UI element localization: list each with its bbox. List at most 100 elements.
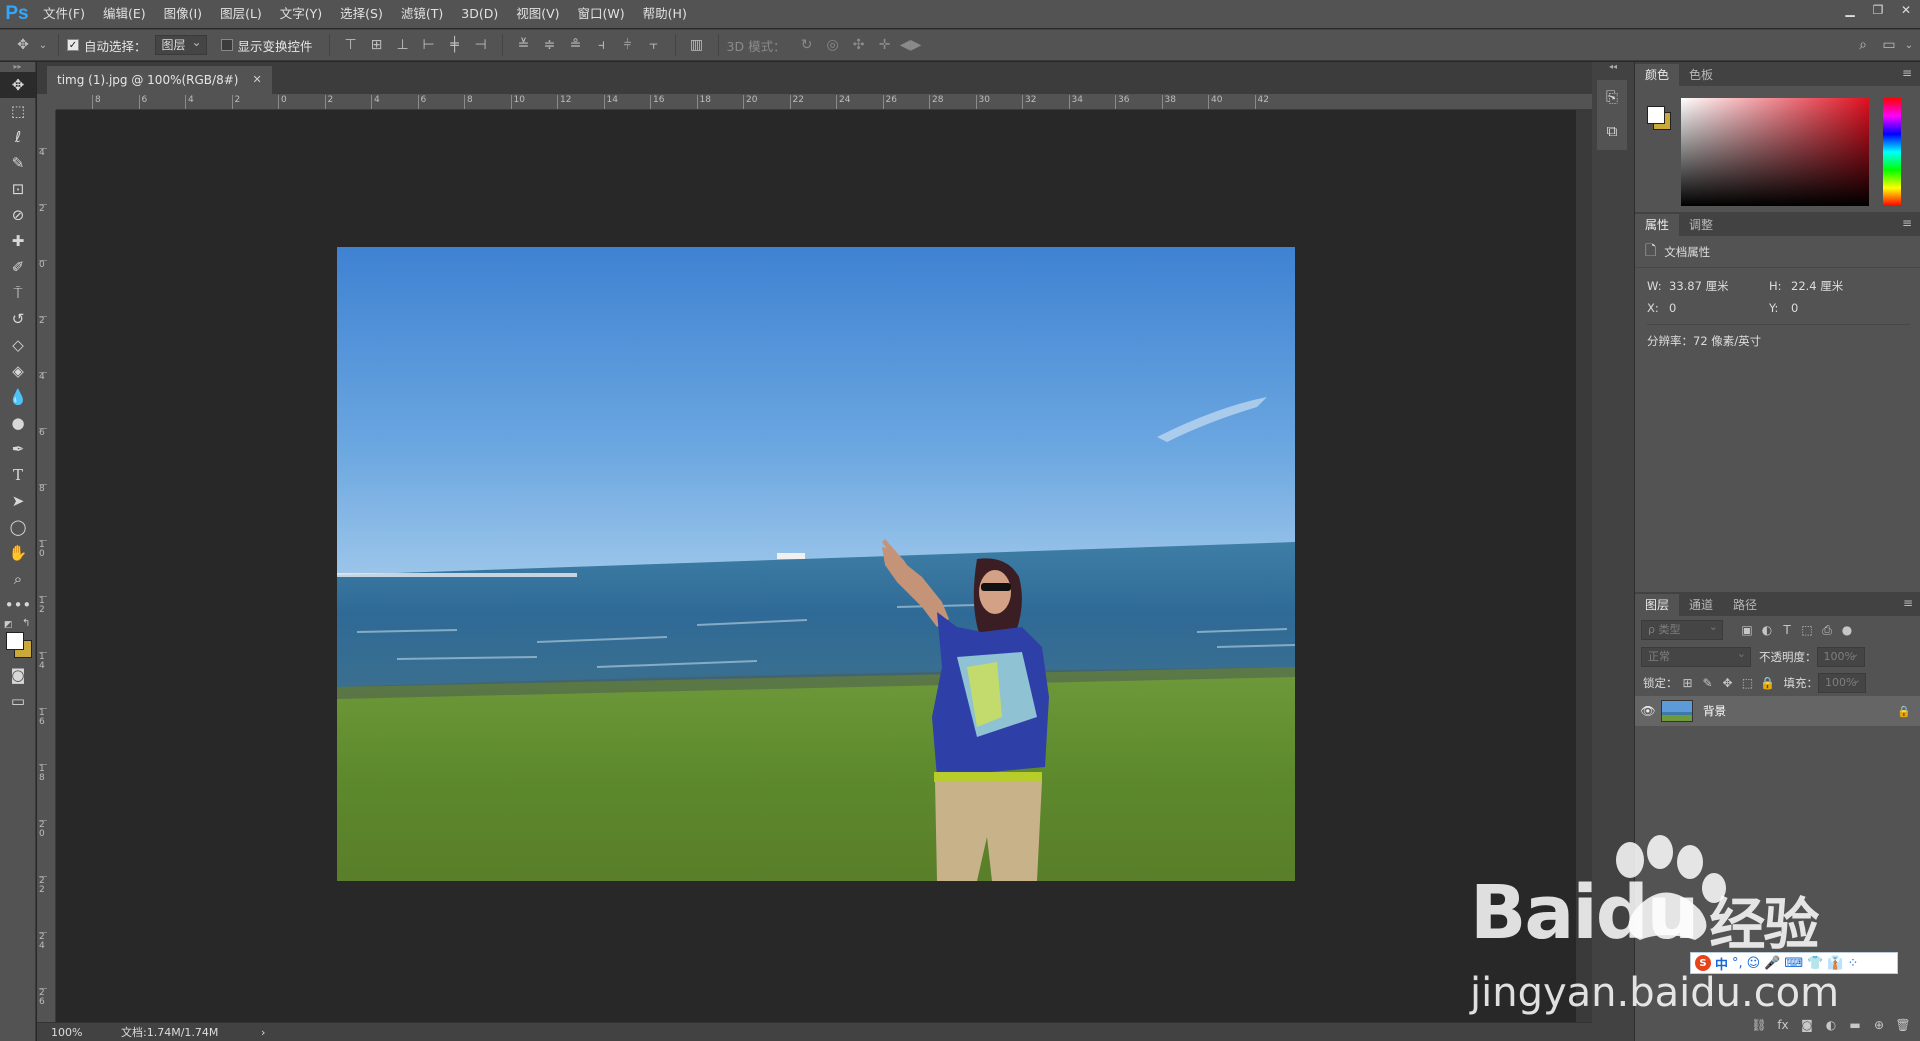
3d-scale-icon[interactable]: ◀▶ — [898, 32, 924, 58]
ruler-corner[interactable] — [37, 94, 56, 110]
menu-item[interactable]: 编辑(E) — [94, 0, 155, 28]
align-bottom-icon[interactable]: ⊥ — [390, 32, 416, 58]
lock-artboard-icon[interactable]: ⬚ — [1738, 676, 1758, 690]
tab-adjustments[interactable]: 调整 — [1679, 214, 1723, 236]
eraser-tool-icon[interactable]: ◇ — [0, 332, 36, 358]
menu-item[interactable]: 窗口(W) — [569, 0, 634, 28]
y-value[interactable]: 0 — [1791, 301, 1798, 315]
filter-type-icon[interactable]: T — [1777, 623, 1797, 637]
layer-row[interactable]: 👁 背景 🔒 — [1635, 696, 1920, 726]
document-tab[interactable]: timg (1).jpg @ 100%(RGB/8#) ✕ — [47, 66, 272, 94]
distribute-bottom-icon[interactable]: ≗ — [563, 32, 589, 58]
healing-brush-tool-icon[interactable]: ✚ — [0, 228, 36, 254]
search-icon[interactable]: ⌕ — [1850, 32, 1876, 58]
distribute-vcenter-icon[interactable]: ≑ — [537, 32, 563, 58]
filter-adjustment-icon[interactable]: ◐ — [1757, 623, 1777, 637]
3d-pan-icon[interactable]: ✣ — [846, 32, 872, 58]
blend-mode-dropdown[interactable]: 正常 — [1641, 645, 1751, 667]
align-right-icon[interactable]: ⊣ — [468, 32, 494, 58]
menu-item[interactable]: 选择(S) — [331, 0, 392, 28]
ime-keyboard-icon[interactable]: ⌨ — [1784, 956, 1803, 971]
align-top-icon[interactable]: ⊤ — [338, 32, 364, 58]
3d-slide-icon[interactable]: ✛ — [872, 32, 898, 58]
tab-layers[interactable]: 图层 — [1635, 594, 1680, 616]
lock-all-icon[interactable]: 🔒 — [1758, 676, 1778, 690]
status-menu-arrow-icon[interactable]: › — [261, 1026, 265, 1039]
history-panel-icon[interactable]: ⎘ — [1597, 80, 1627, 114]
filter-shape-icon[interactable]: ⬚ — [1797, 623, 1817, 637]
menu-item[interactable]: 滤镜(T) — [392, 0, 452, 28]
workspace-icon[interactable]: ▭ — [1876, 32, 1902, 58]
close-tab-icon[interactable]: ✕ — [252, 66, 261, 94]
height-value[interactable]: 22.4 厘米 — [1791, 278, 1843, 294]
move-tool-icon[interactable]: ✥ — [10, 32, 36, 58]
history-brush-tool-icon[interactable]: ↺ — [0, 306, 36, 332]
lock-pixels-icon[interactable]: ✎ — [1698, 676, 1718, 690]
dodge-tool-icon[interactable]: ● — [0, 410, 36, 436]
brush-tool-icon[interactable]: ✐ — [0, 254, 36, 280]
tool-preset-chevron-icon[interactable]: ⌄ — [36, 32, 50, 58]
tab-properties[interactable]: 属性 — [1635, 214, 1680, 236]
paint-bucket-tool-icon[interactable]: ◈ — [0, 358, 36, 384]
default-colors-icon[interactable]: ◩ — [4, 620, 13, 630]
foreground-color-swatch[interactable] — [6, 632, 24, 650]
lock-transparent-icon[interactable]: ⊞ — [1678, 676, 1698, 690]
ime-voice-icon[interactable]: 🎤 — [1764, 956, 1780, 971]
screen-mode-icon[interactable]: ▭ — [0, 688, 36, 714]
ime-skin-icon[interactable]: 👕 — [1807, 956, 1823, 971]
filter-smart-object-icon[interactable]: ⎙ — [1817, 623, 1837, 638]
quick-select-tool-icon[interactable]: ✎ — [0, 150, 36, 176]
more-tools-icon[interactable]: ••• — [0, 592, 36, 618]
menu-item[interactable]: 文件(F) — [34, 0, 94, 28]
align-hcenter-icon[interactable]: ╪ — [442, 32, 468, 58]
align-vcenter-icon[interactable]: ⊞ — [364, 32, 390, 58]
menu-item[interactable]: 帮助(H) — [634, 0, 696, 28]
tab-color[interactable]: 颜色 — [1635, 64, 1680, 86]
swap-colors-icon[interactable]: ↰ — [22, 618, 30, 629]
width-value[interactable]: 33.87 厘米 — [1669, 278, 1769, 294]
x-value[interactable]: 0 — [1669, 301, 1769, 315]
move-tool-icon[interactable]: ✥ — [0, 72, 36, 98]
ime-more-icon[interactable]: ⁘ — [1848, 956, 1859, 971]
path-select-tool-icon[interactable]: ➤ — [0, 488, 36, 514]
ime-chinese-toggle[interactable]: 中 — [1715, 954, 1728, 973]
pen-tool-icon[interactable]: ✒ — [0, 436, 36, 462]
properties-panel-icon[interactable]: ⧉ — [1597, 114, 1627, 148]
color-field[interactable] — [1681, 98, 1869, 206]
filter-toggle-icon[interactable]: ● — [1837, 623, 1857, 637]
minimize-icon[interactable]: ▁ — [1836, 0, 1864, 20]
distribute-top-icon[interactable]: ≚ — [511, 32, 537, 58]
tab-channels[interactable]: 通道 — [1679, 594, 1723, 616]
panel-menu-icon[interactable]: ≡ — [1903, 596, 1913, 610]
hue-slider[interactable] — [1883, 98, 1901, 206]
visibility-eye-icon[interactable]: 👁 — [1635, 704, 1661, 718]
marquee-tool-icon[interactable]: ⬚ — [0, 98, 36, 124]
distribute-hcenter-icon[interactable]: ⫩ — [615, 32, 641, 58]
document-image[interactable] — [337, 247, 1295, 881]
3d-orbit-icon[interactable]: ↻ — [794, 32, 820, 58]
align-left-icon[interactable]: ⊢ — [416, 32, 442, 58]
auto-select-checkbox[interactable]: ✓ — [67, 39, 79, 51]
show-transform-checkbox[interactable] — [220, 39, 233, 51]
auto-select-dropdown[interactable]: 图层 — [154, 33, 207, 55]
opacity-field[interactable]: 100% — [1816, 645, 1865, 667]
tab-swatches[interactable]: 色板 — [1679, 64, 1723, 86]
layer-filter-dropdown[interactable]: ρ 类型 — [1641, 618, 1723, 640]
menu-item[interactable]: 3D(D) — [452, 0, 507, 28]
menu-item[interactable]: 图像(I) — [155, 0, 211, 28]
dock-grip-icon[interactable]: ◂◂ — [1592, 62, 1634, 74]
ime-toolbox-icon[interactable]: 👔 — [1827, 956, 1843, 971]
sogou-ime-icon[interactable]: S — [1695, 955, 1711, 971]
workspace-chevron-icon[interactable]: ⌄ — [1902, 32, 1916, 58]
panel-menu-icon[interactable]: ≡ — [1902, 216, 1912, 230]
distribute-left-icon[interactable]: ⫞ — [589, 32, 615, 58]
lock-position-icon[interactable]: ✥ — [1718, 676, 1738, 690]
zoom-tool-icon[interactable]: ⌕ — [0, 566, 36, 592]
menu-item[interactable]: 视图(V) — [507, 0, 568, 28]
clone-stamp-tool-icon[interactable]: ⍑ — [0, 280, 36, 306]
blur-tool-icon[interactable]: 💧 — [0, 384, 36, 410]
filter-pixel-icon[interactable]: ▣ — [1737, 623, 1757, 637]
ime-emoji-icon[interactable]: ☺ — [1747, 956, 1761, 971]
quick-mask-icon[interactable]: ◙ — [0, 662, 36, 688]
distribute-right-icon[interactable]: ⫟ — [641, 32, 667, 58]
